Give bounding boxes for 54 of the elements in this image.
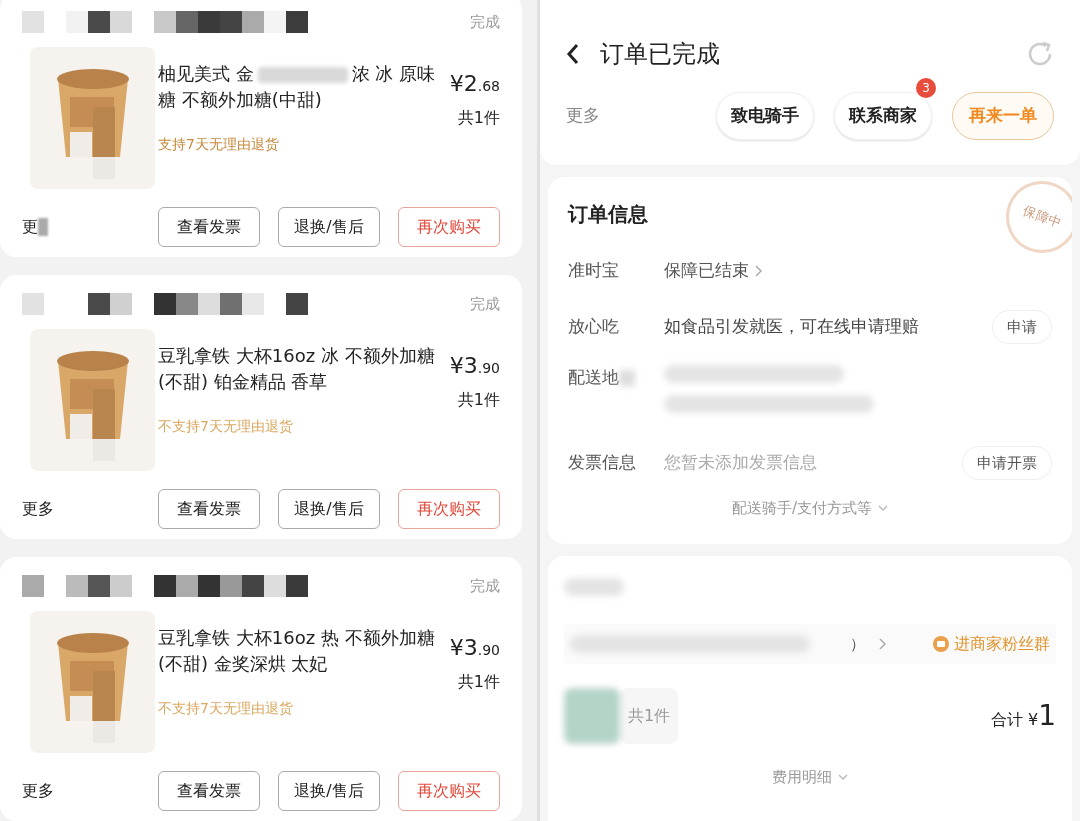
action-button[interactable]: 致电骑手	[716, 92, 814, 140]
order-action-button[interactable]: 退换/售后	[278, 489, 380, 529]
refresh-icon[interactable]	[1026, 40, 1054, 68]
text-fragment: ）	[850, 633, 865, 655]
item-count: 共1件	[457, 671, 500, 693]
blurred-store-name	[564, 578, 624, 596]
info-label: 放心吃	[568, 315, 620, 339]
more-link[interactable]: 更多	[22, 779, 54, 803]
chevron-down-icon	[878, 505, 889, 512]
chevron-right-icon[interactable]	[755, 265, 762, 277]
apply-button[interactable]: 申请	[992, 310, 1052, 344]
order-total: 合计 ¥1	[990, 698, 1056, 734]
return-policy: 支持7天无理由退货	[158, 135, 280, 154]
order-action-button[interactable]: 再次购买	[398, 207, 500, 247]
info-label: 配送地	[568, 365, 664, 391]
info-value: 保障已结束	[664, 259, 749, 283]
item-count: 共1件	[620, 688, 679, 744]
back-icon[interactable]	[566, 43, 580, 65]
action-button[interactable]: 联系商家	[834, 92, 932, 140]
info-label: 发票信息	[568, 451, 637, 475]
return-policy: 不支持7天无理由退货	[158, 417, 294, 436]
order-action-button[interactable]: 退换/售后	[278, 771, 380, 811]
blurred-thumbnail	[564, 688, 620, 744]
order-action-button[interactable]: 查看发票	[158, 489, 260, 529]
page-title: 订单已完成	[600, 39, 720, 70]
order-status: 完成	[470, 293, 500, 315]
product-title: 豆乳拿铁 大杯16oz 热 不额外加糖(不甜) 金奖深烘 太妃	[158, 626, 436, 676]
product-title: 豆乳拿铁 大杯16oz 冰 不额外加糖(不甜) 铂金精品 香草	[158, 344, 436, 394]
more-link[interactable]: 更	[22, 215, 48, 239]
order-action-button[interactable]: 查看发票	[158, 207, 260, 247]
order-status: 完成	[470, 11, 500, 33]
order-status: 完成	[470, 575, 500, 597]
item-count: 共1件	[457, 389, 500, 411]
info-value: 如食品引发就医，可在线申请理赔	[664, 315, 919, 339]
item-count: 共1件	[457, 107, 500, 129]
product-title: 柚见美式 金 浓 冰 原味糖 不额外加糖(中甜)	[158, 62, 437, 112]
section-title: 订单信息	[568, 201, 648, 228]
order-action-button[interactable]: 查看发票	[158, 771, 260, 811]
more-link[interactable]: 更多	[566, 103, 600, 129]
apply-button[interactable]: 申请开票	[962, 446, 1052, 480]
order-action-button[interactable]: 退换/售后	[278, 207, 380, 247]
info-label: 准时宝	[568, 259, 620, 283]
price: ¥3.90	[449, 634, 500, 662]
order-action-button[interactable]: 再次购买	[398, 771, 500, 811]
chevron-down-icon	[838, 774, 848, 781]
return-policy: 不支持7天无理由退货	[158, 699, 294, 718]
chat-icon	[932, 635, 950, 653]
price: ¥3.90	[449, 352, 500, 380]
notification-badge: 3	[916, 78, 936, 98]
price: ¥2.68	[449, 70, 500, 98]
order-action-button[interactable]: 再次购买	[398, 489, 500, 529]
chevron-right-icon[interactable]	[879, 638, 886, 650]
more-link[interactable]: 更多	[22, 497, 54, 521]
info-value: 您暂未添加发票信息	[664, 451, 817, 475]
